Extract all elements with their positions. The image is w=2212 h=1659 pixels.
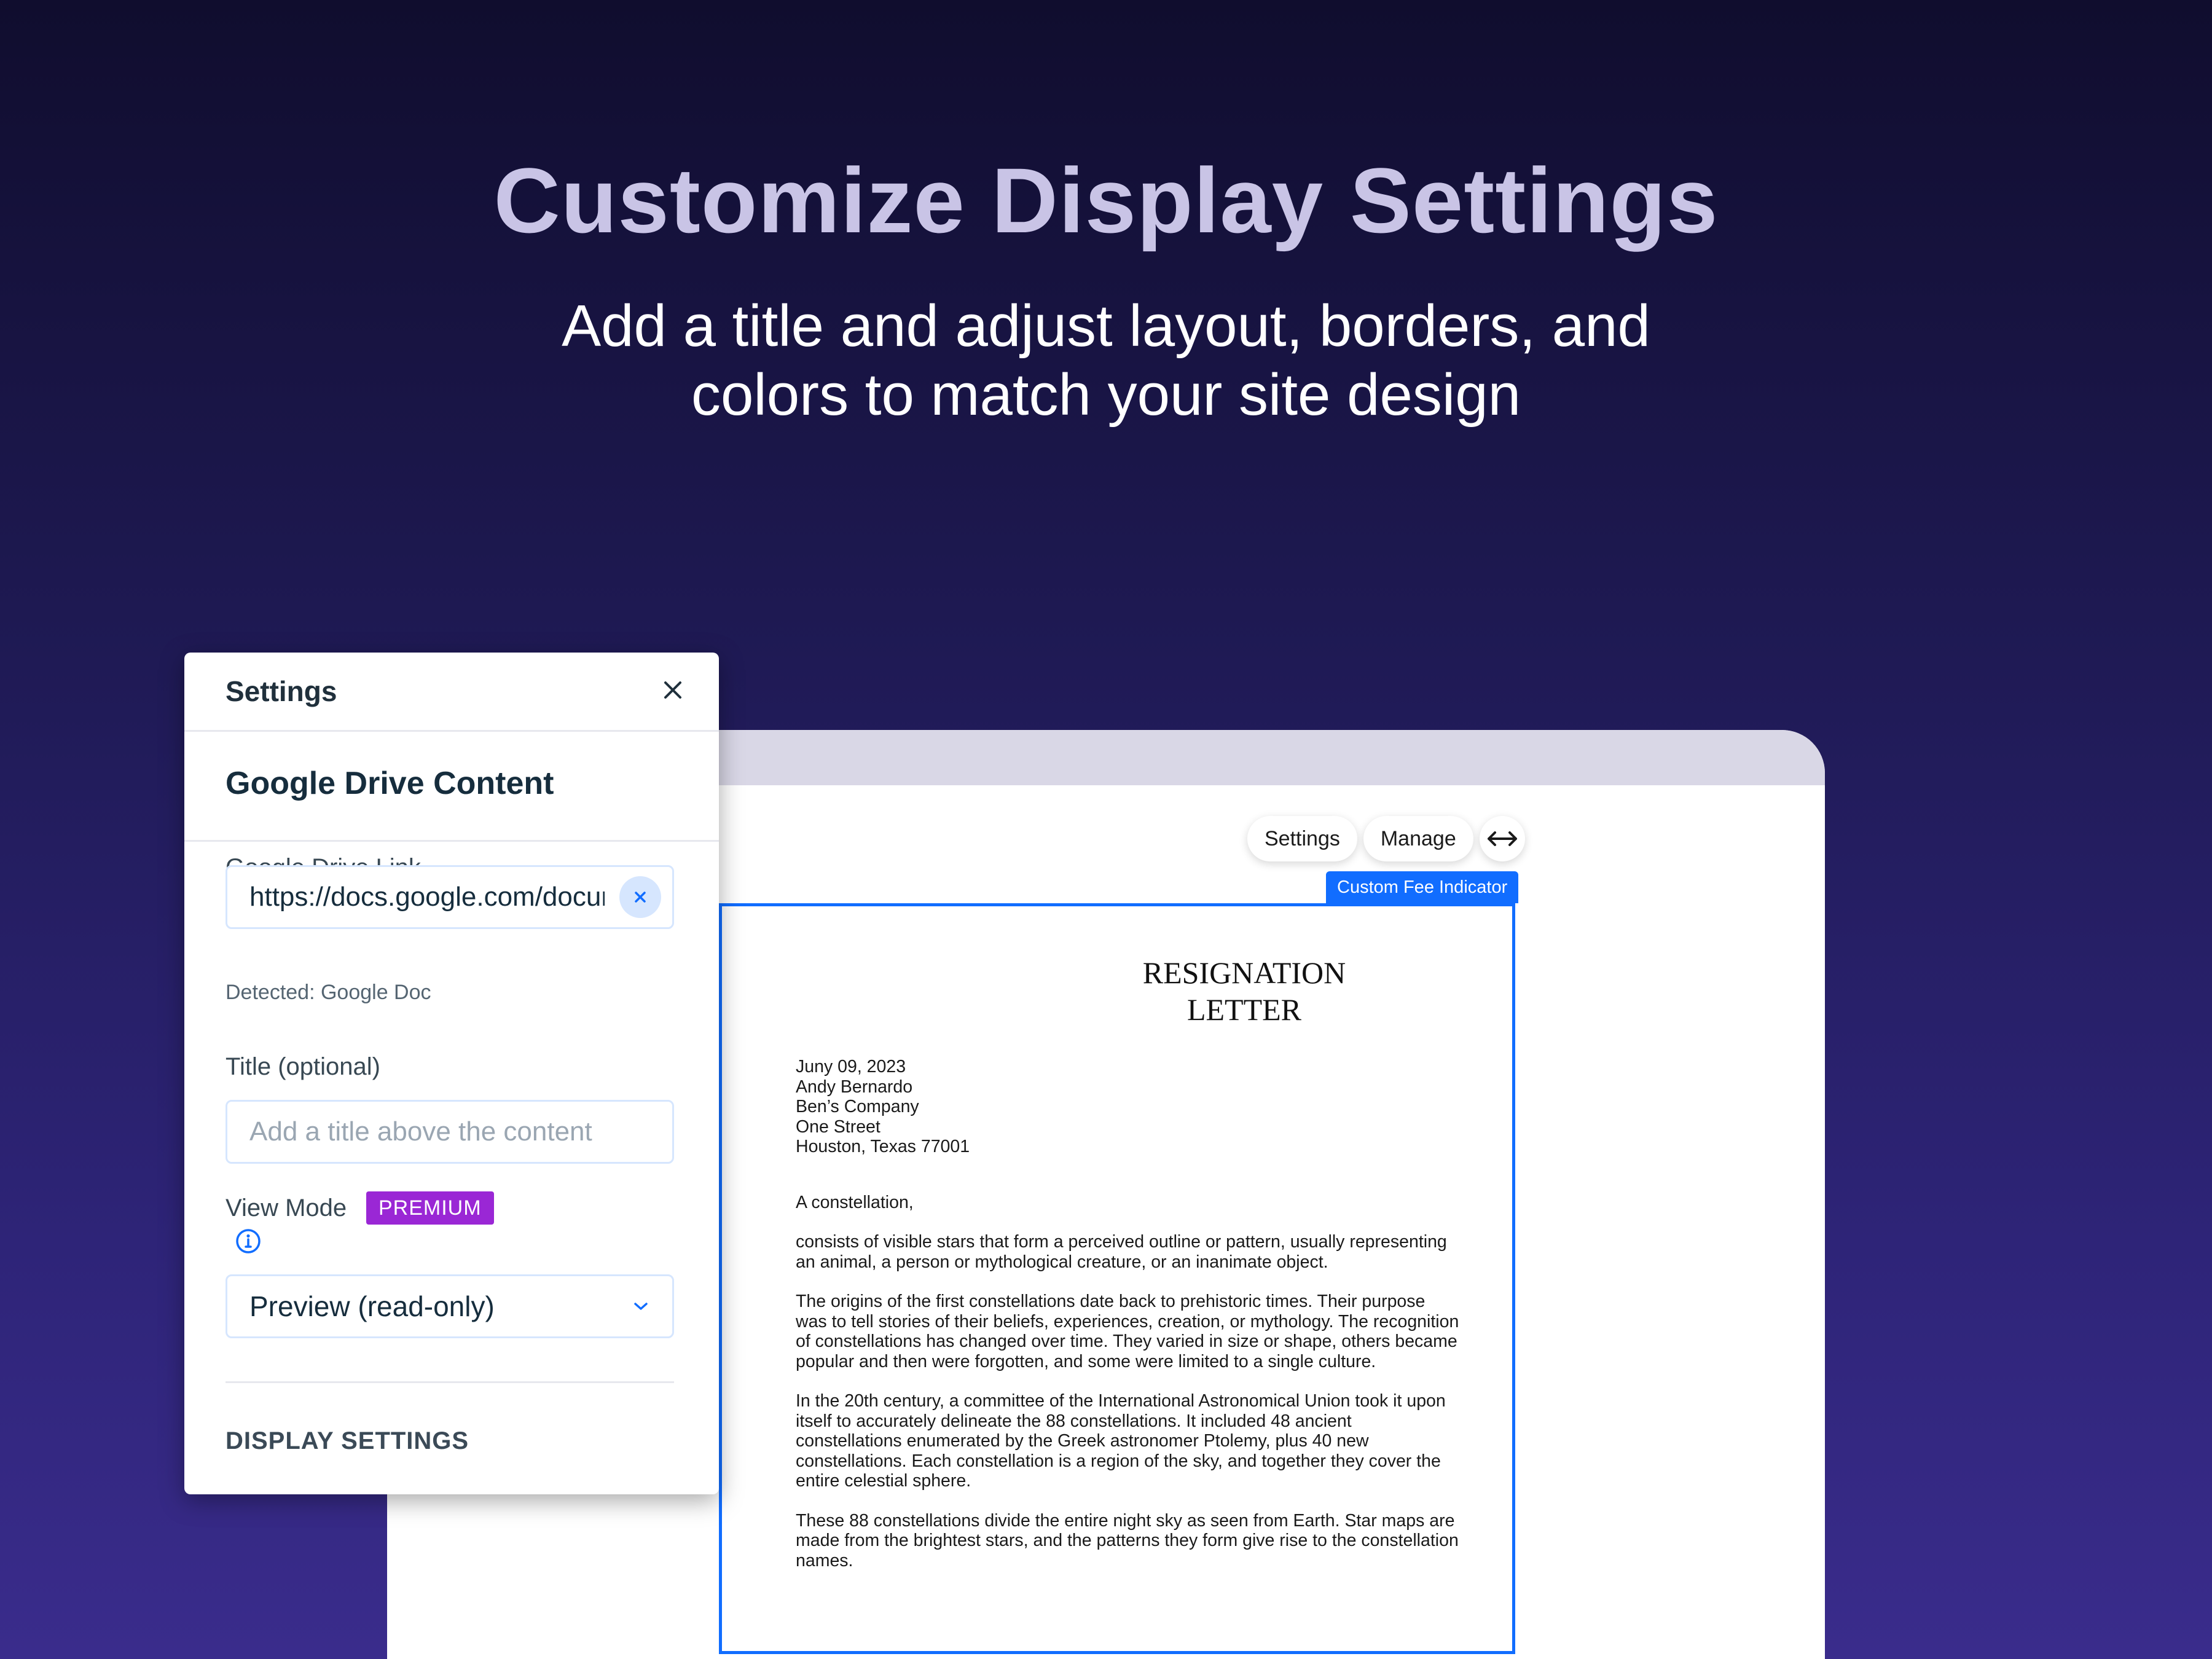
hero-subtitle: Add a title and adjust layout, borders, … — [369, 292, 1843, 429]
drive-link-input[interactable] — [226, 865, 674, 929]
display-settings-heading[interactable]: DISPLAY SETTINGS — [226, 1427, 469, 1455]
document-paragraph: These 88 constellations divide the entir… — [796, 1510, 1459, 1571]
hero-subtitle-line1: Add a title and adjust layout, borders, … — [562, 293, 1650, 359]
document-body: Juny 09, 2023 Andy Bernardo Ben’s Compan… — [796, 1057, 1459, 1590]
document-company: Ben’s Company — [796, 1097, 919, 1116]
document-street: One Street — [796, 1116, 880, 1137]
view-mode-select[interactable]: Preview (read-only) — [226, 1274, 674, 1338]
view-mode-value: Preview (read-only) — [249, 1290, 495, 1322]
title-input[interactable] — [226, 1100, 674, 1164]
hero-title: Customize Display Settings — [493, 149, 1719, 252]
document-paragraph: consists of visible stars that form a pe… — [796, 1232, 1447, 1272]
element-tag[interactable]: Custom Fee Indicator — [1326, 871, 1519, 903]
hero-subtitle-line2: colors to match your site design — [691, 362, 1521, 428]
document-address-block: Juny 09, 2023 Andy Bernardo Ben’s Compan… — [796, 1057, 1459, 1157]
document-title-line2: LETTER — [1186, 992, 1302, 1027]
document-date: Juny 09, 2023 — [796, 1057, 906, 1077]
panel-title: Settings — [226, 675, 337, 707]
toolbar-manage-button[interactable]: Manage — [1363, 816, 1473, 861]
document-title-line1: RESIGNATION — [1142, 955, 1346, 990]
document-greeting: A constellation, — [796, 1192, 914, 1212]
section-title: Google Drive Content — [226, 766, 554, 801]
embedded-document[interactable]: RESIGNATION LETTER Juny 09, 2023 Andy Be… — [719, 903, 1515, 1654]
document-name: Andy Bernardo — [796, 1077, 913, 1097]
close-button[interactable] — [657, 675, 688, 705]
horizontal-stretch-icon — [1487, 831, 1517, 846]
panel-header: Settings — [184, 653, 719, 732]
element-toolbar: Settings Manage — [1247, 816, 1525, 861]
panel-divider — [226, 1381, 674, 1383]
document-city: Houston, Texas 77001 — [796, 1137, 970, 1156]
document-paragraph: The origins of the first constellations … — [796, 1292, 1459, 1371]
title-label: Title (optional) — [226, 1053, 380, 1080]
clear-link-button[interactable] — [619, 876, 661, 918]
info-icon[interactable] — [235, 1228, 262, 1255]
view-mode-label: View Mode — [226, 1194, 347, 1222]
detected-type-text: Detected: Google Doc — [226, 981, 431, 1004]
document-title: RESIGNATION LETTER — [1091, 954, 1398, 1028]
chevron-down-icon — [634, 1303, 648, 1310]
clear-icon — [635, 892, 646, 903]
toolbar-settings-button[interactable]: Settings — [1247, 816, 1357, 861]
close-icon — [664, 681, 681, 699]
document-paragraph: In the 20th century, a committee of the … — [796, 1391, 1446, 1491]
section-header: Google Drive Content — [184, 732, 719, 842]
premium-badge: PREMIUM — [366, 1191, 494, 1225]
stretch-button[interactable] — [1479, 816, 1525, 861]
